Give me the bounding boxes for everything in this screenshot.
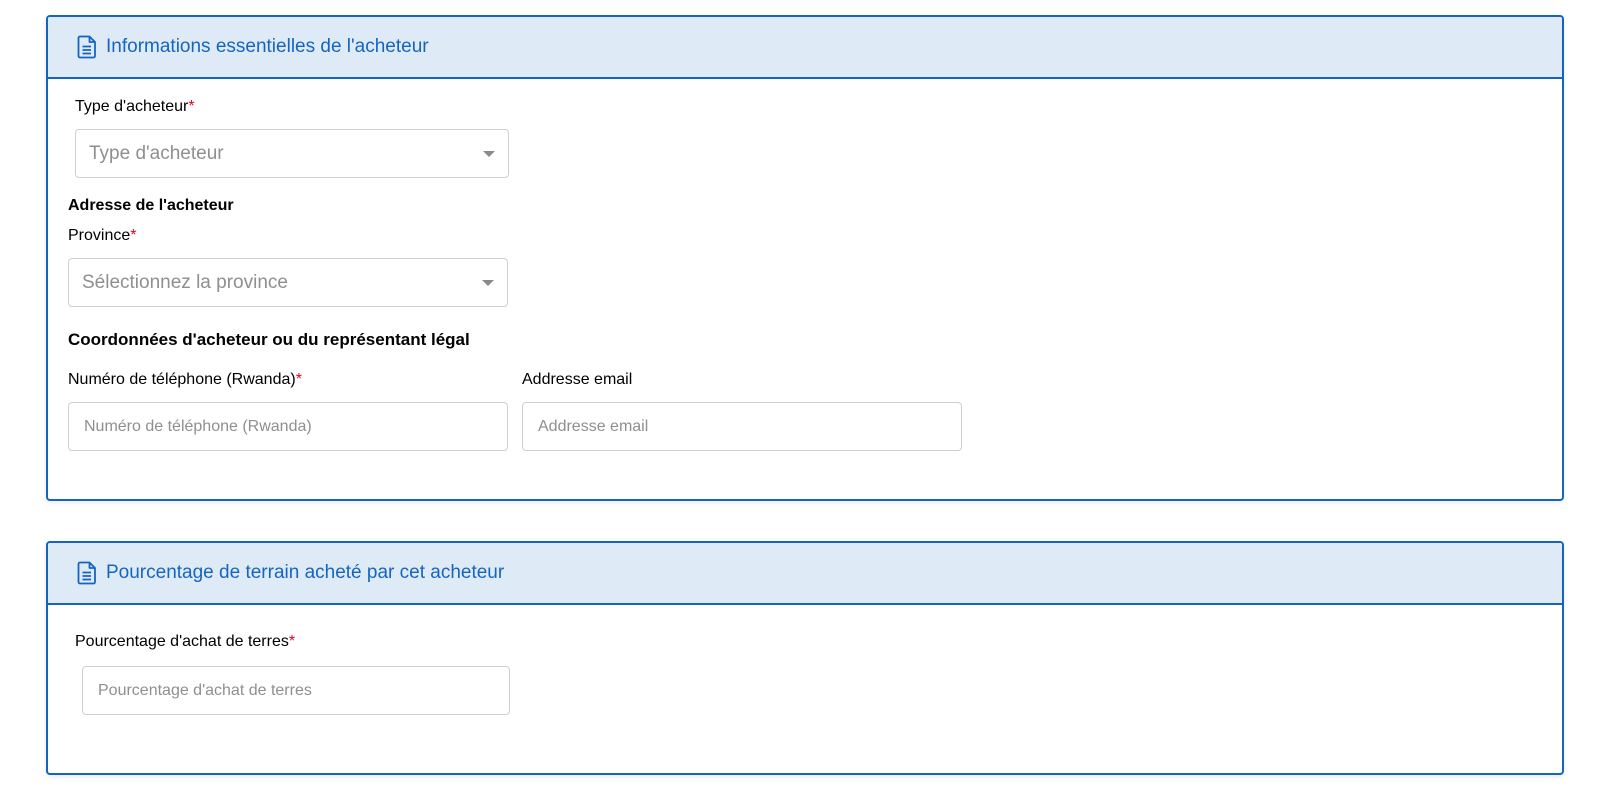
percentage-label-text: Pourcentage d'achat de terres	[75, 633, 289, 650]
required-mark: *	[188, 98, 195, 115]
contact-section-title: Coordonnées d'acheteur ou du représentan…	[68, 330, 470, 349]
required-mark: *	[288, 633, 296, 650]
document-icon	[76, 35, 98, 59]
province-label-text: Province	[68, 227, 131, 244]
buyer-type-label-text: Type d'acheteur	[75, 98, 189, 115]
buyer-info-card: Informations essentielles de l'acheteur …	[46, 15, 1564, 501]
phone-label: Numéro de téléphone (Rwanda)*	[68, 371, 302, 389]
percentage-field-box	[82, 666, 510, 715]
email-input[interactable]	[523, 403, 961, 450]
percentage-label: Pourcentage d'achat de terres*	[75, 633, 295, 651]
province-select[interactable]: Sélectionnez la province	[68, 258, 508, 307]
land-percentage-title: Pourcentage de terrain acheté par cet ac…	[106, 562, 505, 583]
land-percentage-header: Pourcentage de terrain acheté par cet ac…	[48, 543, 1562, 605]
land-percentage-card: Pourcentage de terrain acheté par cet ac…	[46, 541, 1564, 775]
caret-down-icon[interactable]	[483, 150, 495, 157]
email-field-box	[522, 402, 962, 451]
phone-field-box	[68, 402, 508, 451]
province-placeholder: Sélectionnez la province	[82, 271, 288, 293]
phone-label-text: Numéro de téléphone (Rwanda)	[68, 371, 296, 388]
buyer-type-placeholder: Type d'acheteur	[89, 142, 224, 164]
percentage-input[interactable]	[83, 667, 509, 714]
email-label: Addresse email	[522, 371, 633, 388]
province-label: Province*	[68, 227, 136, 245]
buyer-type-select[interactable]: Type d'acheteur	[75, 129, 509, 178]
buyer-info-title: Informations essentielles de l'acheteur	[106, 36, 429, 57]
address-section-title: Adresse de l'acheteur	[68, 197, 234, 214]
buyer-type-label: Type d'acheteur*	[75, 98, 195, 116]
buyer-info-header: Informations essentielles de l'acheteur	[48, 17, 1562, 79]
phone-input[interactable]	[69, 403, 507, 450]
document-icon	[76, 561, 98, 585]
required-mark: *	[295, 371, 302, 388]
caret-down-icon[interactable]	[482, 279, 494, 286]
required-mark: *	[130, 227, 137, 244]
